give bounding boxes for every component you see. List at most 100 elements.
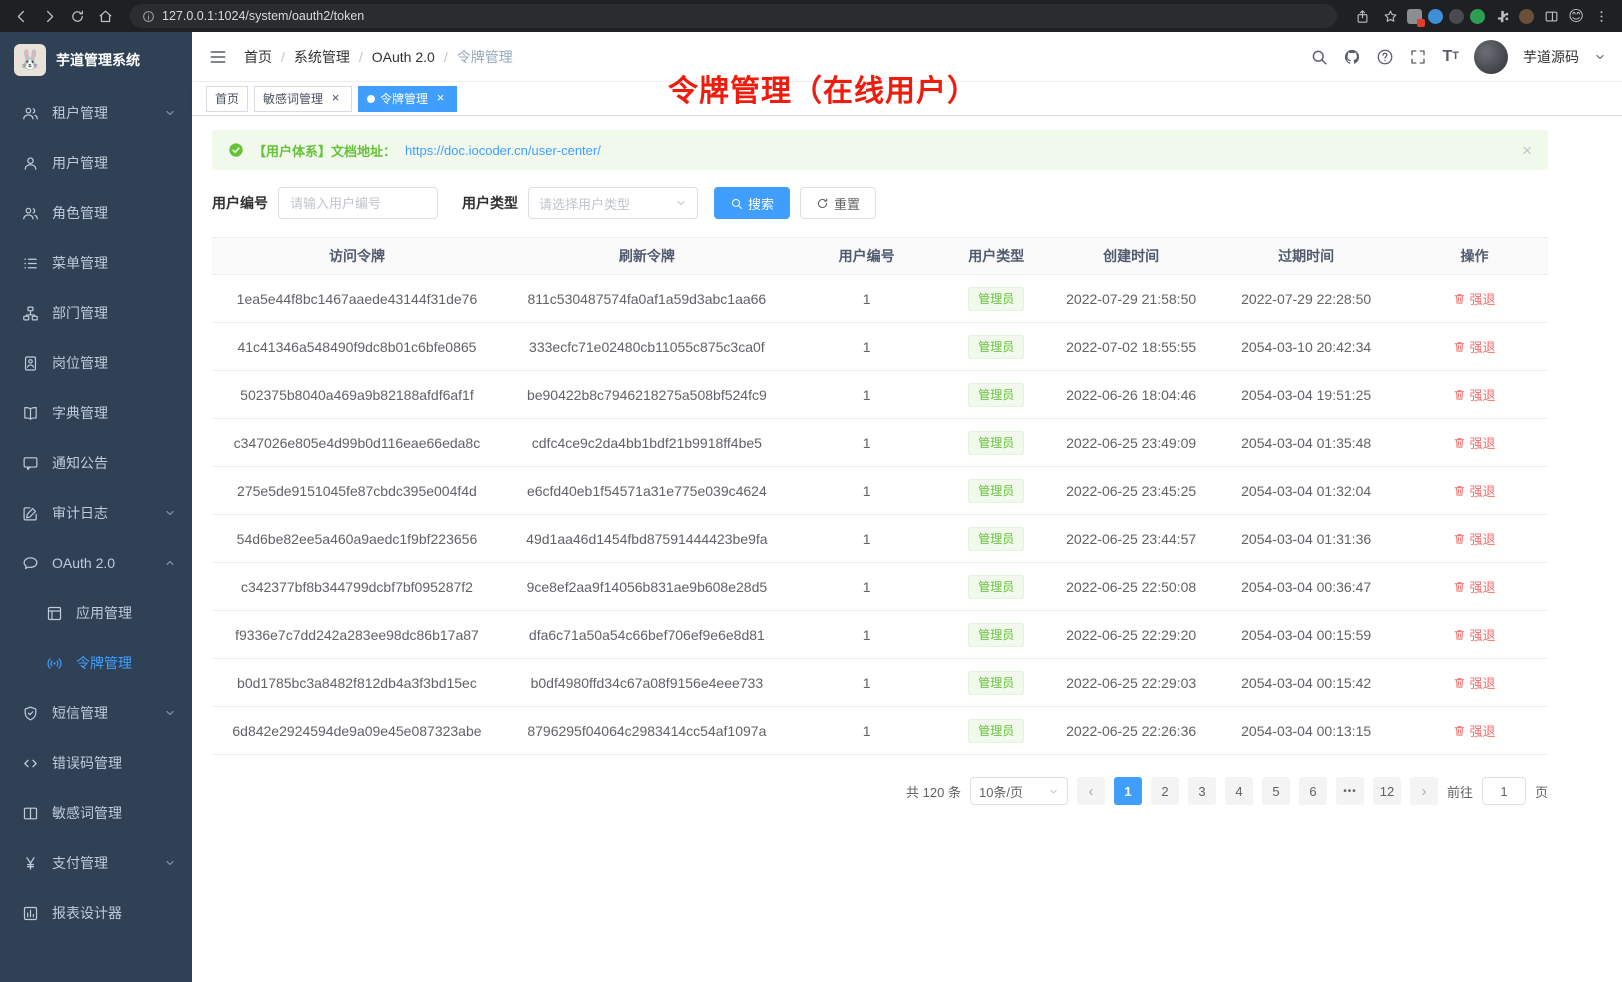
sidebar-item-menu[interactable]: 菜单管理 (0, 238, 192, 288)
prev-page-button[interactable]: ‹ (1077, 777, 1105, 805)
sidebar-item-error-code[interactable]: 错误码管理 (0, 738, 192, 788)
doc-link[interactable]: https://doc.iocoder.cn/user-center/ (405, 143, 601, 158)
table-row: 1ea5e44f8bc1467aaede43144f31de76811c5304… (212, 275, 1548, 323)
sidebar-item-pay[interactable]: 支付管理 (0, 838, 192, 888)
alert-text: 【用户体系】文档地址： (253, 141, 396, 160)
token-table: 访问令牌刷新令牌用户编号用户类型创建时间过期时间操作 1ea5e44f8bc14… (212, 237, 1548, 755)
user-type-badge: 管理员 (968, 383, 1024, 407)
page-button-2[interactable]: 2 (1151, 777, 1179, 805)
tab-close-icon[interactable]: × (328, 91, 343, 106)
force-logout-button[interactable]: 强退 (1453, 385, 1495, 404)
page-size-select[interactable]: 10条/页 (970, 777, 1068, 805)
tab-sensitive-word[interactable]: 敏感词管理× (254, 86, 352, 112)
extensions-puzzle-icon[interactable] (1491, 5, 1513, 27)
sidebar-item-oauth2-token[interactable]: 令牌管理 (0, 638, 192, 688)
breadcrumb-item[interactable]: 首页 (244, 47, 272, 67)
alert-close-icon[interactable]: × (1522, 142, 1532, 159)
page-button-4[interactable]: 4 (1225, 777, 1253, 805)
username[interactable]: 芋道源码 (1523, 47, 1579, 67)
browser-profile-avatar[interactable]: 😊 (1568, 9, 1584, 24)
extension-brown-icon[interactable] (1519, 9, 1534, 24)
goto-page-input[interactable] (1482, 777, 1526, 805)
sidebar-toggle-icon[interactable] (208, 47, 228, 67)
app-logo-row[interactable]: 🐰 芋道管理系统 (0, 32, 192, 88)
force-logout-button[interactable]: 强退 (1453, 481, 1495, 500)
sidebar-item-dict[interactable]: 字典管理 (0, 388, 192, 438)
pager: 123456•••12 (1114, 777, 1401, 805)
user-type-select[interactable]: 请选择用户类型 (528, 187, 698, 219)
sidebar-item-notice[interactable]: 通知公告 (0, 438, 192, 488)
reset-button[interactable]: 重置 (800, 187, 876, 219)
table-row: f9336e7c7dd242a283ee98dc86b17a87dfa6c71a… (212, 611, 1548, 659)
force-logout-button[interactable]: 强退 (1453, 289, 1495, 308)
fullscreen-icon[interactable] (1409, 48, 1427, 66)
page-button-6[interactable]: 6 (1299, 777, 1327, 805)
next-page-button[interactable]: › (1410, 777, 1438, 805)
user-type-badge: 管理员 (968, 431, 1024, 455)
extension-green-icon[interactable] (1470, 9, 1485, 24)
sidebar-item-sensitive-word[interactable]: 敏感词管理 (0, 788, 192, 838)
page-button-5[interactable]: 5 (1262, 777, 1290, 805)
force-logout-button[interactable]: 强退 (1453, 673, 1495, 692)
sidebar-item-role[interactable]: 角色管理 (0, 188, 192, 238)
extension-badged-icon[interactable] (1407, 9, 1422, 24)
user-type-cell: 管理员 (941, 659, 1051, 707)
force-logout-label: 强退 (1469, 721, 1495, 740)
bookmark-star-icon[interactable] (1379, 5, 1401, 27)
force-logout-button[interactable]: 强退 (1453, 625, 1495, 644)
force-logout-button[interactable]: 强退 (1453, 529, 1495, 548)
tab-close-icon[interactable]: × (433, 91, 448, 106)
force-logout-button[interactable]: 强退 (1453, 337, 1495, 356)
force-logout-button[interactable]: 强退 (1453, 721, 1495, 740)
chevron-down-icon[interactable] (1594, 51, 1606, 63)
breadcrumb-separator: / (281, 49, 285, 65)
force-logout-button[interactable]: 强退 (1453, 577, 1495, 596)
home-icon[interactable] (94, 5, 116, 27)
pager-ellipsis[interactable]: ••• (1336, 777, 1364, 805)
sidebar-item-user[interactable]: 用户管理 (0, 138, 192, 188)
sidebar-item-audit-log[interactable]: 审计日志 (0, 488, 192, 538)
page-button-12[interactable]: 12 (1373, 777, 1401, 805)
page-button-3[interactable]: 3 (1188, 777, 1216, 805)
users-icon (22, 205, 39, 222)
sidebar-item-oauth2-app[interactable]: 应用管理 (0, 588, 192, 638)
search-button[interactable]: 搜索 (714, 187, 790, 219)
extension-dark-icon[interactable] (1449, 9, 1464, 24)
tab-token[interactable]: 令牌管理× (358, 86, 457, 112)
search-icon[interactable] (1310, 48, 1328, 66)
reload-icon[interactable] (66, 5, 88, 27)
back-icon[interactable] (10, 5, 32, 27)
sidebar-item-oauth2[interactable]: OAuth 2.0 (0, 538, 192, 588)
chevron-down-icon (164, 707, 176, 719)
action-cell: 强退 (1401, 419, 1548, 467)
force-logout-label: 强退 (1469, 289, 1495, 308)
breadcrumb-item[interactable]: 系统管理 (294, 47, 350, 67)
create-time-cell: 2022-07-29 21:58:50 (1051, 275, 1211, 323)
sidebar-item-label: OAuth 2.0 (52, 555, 115, 571)
column-header: 用户编号 (792, 238, 942, 275)
tab-home[interactable]: 首页 (206, 86, 248, 112)
breadcrumb-item[interactable]: OAuth 2.0 (372, 49, 435, 65)
avatar[interactable] (1474, 40, 1508, 74)
user-id-input[interactable] (278, 187, 438, 219)
sidebar-item-sms[interactable]: 短信管理 (0, 688, 192, 738)
trash-icon (1453, 388, 1466, 401)
create-time-cell: 2022-06-25 22:26:36 (1051, 707, 1211, 755)
page-button-1[interactable]: 1 (1114, 777, 1142, 805)
address-bar[interactable]: 127.0.0.1:1024/system/oauth2/token (130, 4, 1337, 28)
help-icon[interactable] (1376, 48, 1394, 66)
forward-icon[interactable] (38, 5, 60, 27)
sidebar-item-tenant[interactable]: 租户管理 (0, 88, 192, 138)
user-type-cell: 管理员 (941, 611, 1051, 659)
force-logout-button[interactable]: 强退 (1453, 433, 1495, 452)
github-icon[interactable] (1343, 48, 1361, 66)
split-view-icon[interactable] (1540, 5, 1562, 27)
extension-blue-icon[interactable] (1428, 9, 1443, 24)
browser-menu-icon[interactable] (1590, 5, 1612, 27)
sidebar-item-report-designer[interactable]: 报表设计器 (0, 888, 192, 938)
font-size-icon[interactable]: TT (1442, 49, 1459, 65)
site-info-icon[interactable] (142, 10, 155, 23)
sidebar-item-dept[interactable]: 部门管理 (0, 288, 192, 338)
sidebar-item-post[interactable]: 岗位管理 (0, 338, 192, 388)
share-icon[interactable] (1351, 5, 1373, 27)
